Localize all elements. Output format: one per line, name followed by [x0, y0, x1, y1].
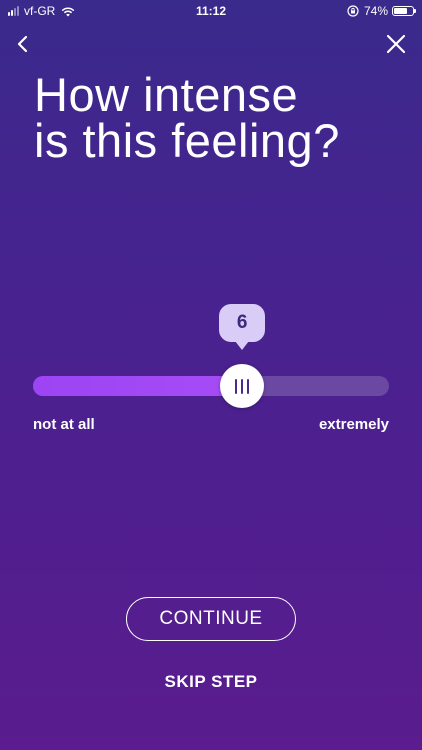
back-button[interactable]	[10, 30, 36, 58]
intensity-slider[interactable]: 6	[33, 304, 389, 408]
rotation-lock-icon	[347, 5, 359, 17]
question-line-2: is this feeling?	[34, 114, 340, 167]
screen: vf-GR 11:12 74% How intense is this feel…	[0, 0, 422, 750]
slider-min-label: not at all	[33, 416, 95, 433]
close-icon	[386, 34, 406, 54]
slider-max-label: extremely	[318, 416, 389, 433]
close-button[interactable]	[384, 32, 408, 56]
status-right: 74%	[347, 4, 416, 18]
battery-tip	[414, 9, 416, 13]
grip-icon	[235, 378, 250, 394]
question-heading: How intense is this feeling?	[34, 71, 404, 167]
chevron-left-icon	[17, 35, 28, 53]
continue-button[interactable]: CONTINUE	[126, 597, 296, 641]
battery-level	[394, 8, 408, 14]
slider-value-bubble: 6	[219, 304, 266, 350]
battery-icon	[392, 6, 416, 16]
slider-value: 6	[236, 312, 248, 333]
battery-percent: 74%	[363, 4, 388, 18]
status-bar: vf-GR 11:12 74%	[0, 0, 422, 22]
skip-step-button[interactable]: SKIP STEP	[0, 672, 422, 692]
slider-fill	[33, 376, 247, 396]
slider-thumb[interactable]	[220, 364, 265, 408]
